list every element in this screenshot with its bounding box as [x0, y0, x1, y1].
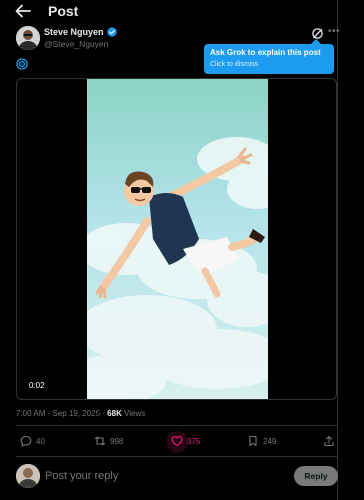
- post-header: Post: [0, 0, 338, 22]
- author-name[interactable]: Steve Nguyen: [44, 27, 104, 37]
- tooltip-title: Ask Grok to explain this post: [210, 48, 321, 57]
- post-actions: 40 998 375 249: [16, 431, 337, 453]
- author-avatar[interactable]: [16, 26, 40, 50]
- bookmark-action[interactable]: 249: [247, 435, 276, 447]
- repost-action[interactable]: 998: [94, 435, 123, 447]
- video-player[interactable]: 0:02: [16, 78, 337, 400]
- reply-input[interactable]: [45, 468, 285, 484]
- bookmark-icon: [249, 435, 257, 447]
- author-handle[interactable]: @Steve_Nguyen: [44, 39, 108, 49]
- views-count: 68K: [107, 409, 122, 418]
- reply-count: 40: [36, 436, 45, 446]
- swirl-icon: [16, 58, 28, 70]
- reply-action[interactable]: 40: [20, 435, 45, 447]
- views-label: Views: [121, 409, 146, 418]
- avatar-portrait-icon: [16, 464, 40, 488]
- heart-icon: [171, 436, 183, 447]
- video-frame: [87, 79, 268, 399]
- tooltip-subtitle: Click to dismiss: [210, 61, 259, 68]
- reply-button[interactable]: Reply: [294, 466, 338, 486]
- divider-bottom: [16, 456, 337, 457]
- more-options-button[interactable]: •••: [328, 27, 340, 40]
- more-dots-icon: •••: [328, 26, 341, 37]
- verified-badge-icon: [106, 27, 117, 37]
- repost-count: 998: [110, 436, 124, 446]
- column-border: [337, 0, 338, 500]
- back-button[interactable]: [14, 3, 32, 19]
- like-count: 375: [187, 436, 201, 446]
- divider-top: [16, 425, 337, 426]
- arrow-left-icon: [15, 4, 31, 18]
- avatar-portrait-icon: [16, 26, 40, 50]
- community-note-icon[interactable]: [16, 57, 28, 70]
- share-icon: [324, 435, 334, 447]
- grok-tooltip[interactable]: Ask Grok to explain this post Click to d…: [204, 39, 334, 74]
- reply-composer: Reply: [16, 464, 338, 488]
- post-meta: 7:00 AM · Sep 19, 2025 · 68K Views: [16, 409, 145, 418]
- user-avatar[interactable]: [16, 464, 40, 488]
- repost-icon: [94, 436, 106, 446]
- cartoon-skydiver-image: [87, 79, 268, 399]
- author-name-row: Steve Nguyen: [44, 27, 117, 37]
- like-action[interactable]: 375: [166, 431, 201, 453]
- video-timecode: 0:02: [29, 381, 45, 390]
- bookmark-count: 249: [263, 436, 277, 446]
- page-title: Post: [48, 3, 79, 19]
- post-timestamp[interactable]: 7:00 AM · Sep 19, 2025 ·: [16, 409, 107, 418]
- reply-icon: [20, 435, 32, 447]
- share-action[interactable]: [323, 435, 335, 447]
